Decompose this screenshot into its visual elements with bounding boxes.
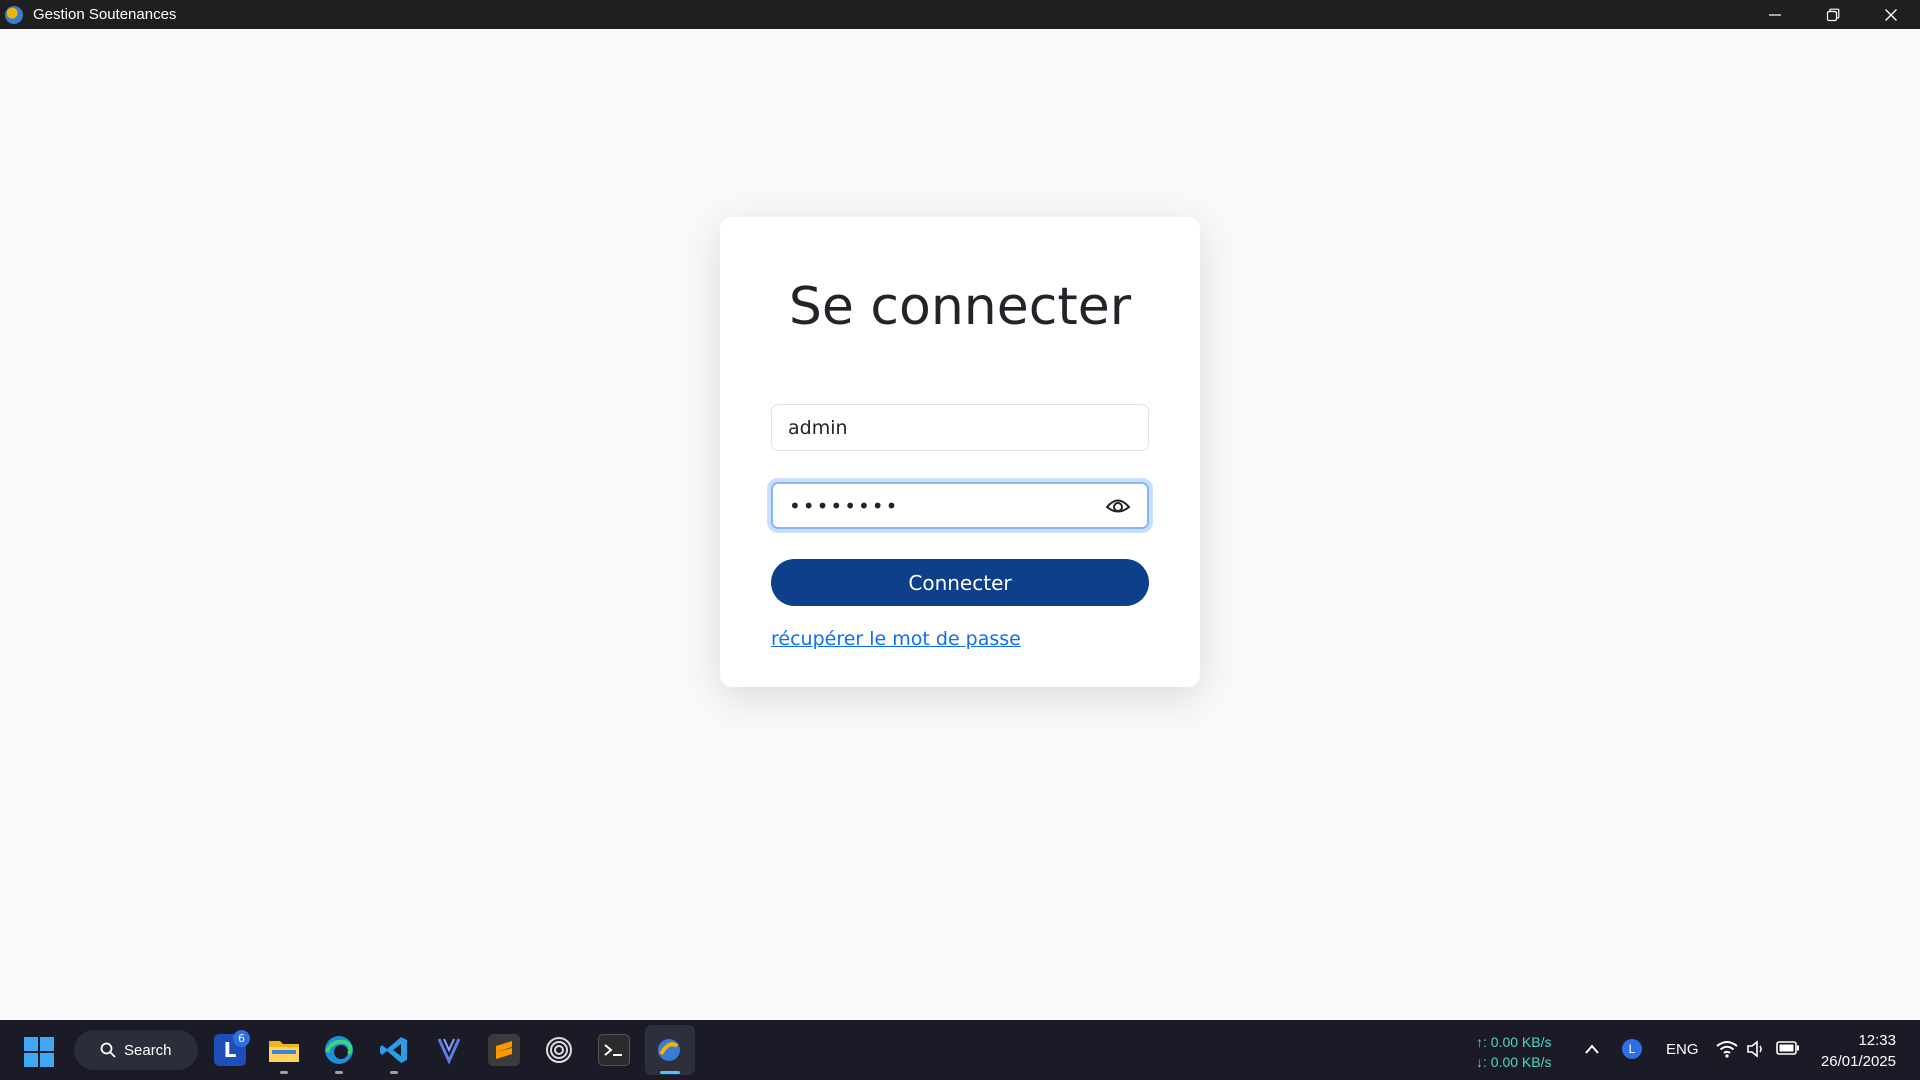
login-card: Se connecter Connecter récupérer le mot … (720, 217, 1200, 687)
username-field-wrapper (771, 404, 1149, 451)
volume-icon[interactable] (1746, 1040, 1766, 1062)
circle-app-icon[interactable] (543, 1034, 575, 1066)
username-input[interactable] (772, 405, 1148, 450)
windows-logo-tile (40, 1037, 54, 1051)
window-titlebar: Gestion Soutenances (0, 0, 1920, 29)
terminal-icon[interactable] (598, 1034, 630, 1066)
eye-icon (1106, 499, 1130, 513)
running-indicator (390, 1071, 398, 1074)
window-title: Gestion Soutenances (33, 6, 177, 23)
taskbar: Search L 6 ↑: 0.00 KB/s ↓: 0.00 KB/s L E… (0, 1020, 1920, 1080)
show-hidden-icons-button[interactable] (1584, 1040, 1600, 1059)
windows-logo-tile (40, 1053, 54, 1067)
connect-button[interactable]: Connecter (771, 559, 1149, 606)
network-upload-speed: ↑: 0.00 KB/s (1476, 1034, 1552, 1050)
recover-password-link[interactable]: récupérer le mot de passe (771, 628, 1021, 650)
terminal-prompt-icon (604, 1044, 622, 1056)
dev-tool-icon (437, 1038, 461, 1065)
concentric-circles-icon (546, 1037, 572, 1063)
chevron-up-icon (1585, 1044, 1599, 1054)
edge-browser-icon (325, 1036, 353, 1064)
search-label: Search (124, 1041, 172, 1059)
restore-icon (1826, 8, 1840, 21)
search-icon (100, 1042, 116, 1058)
active-indicator (660, 1071, 680, 1074)
plugin-icon[interactable] (433, 1034, 465, 1066)
sublime-logo-icon (496, 1041, 512, 1059)
taskbar-search[interactable]: Search (74, 1030, 198, 1070)
window-controls (1746, 0, 1920, 29)
edge-icon[interactable] (323, 1034, 355, 1066)
language-indicator[interactable]: ENG (1666, 1041, 1699, 1058)
minimize-button[interactable] (1746, 0, 1804, 29)
close-button[interactable] (1862, 0, 1920, 29)
wifi-icon[interactable] (1716, 1040, 1738, 1062)
toggle-password-visibility-button[interactable] (1105, 495, 1131, 517)
login-title: Se connecter (788, 277, 1132, 337)
clock-time: 12:33 (1858, 1032, 1896, 1049)
network-speed: ↑: 0.00 KB/s ↓: 0.00 KB/s (1476, 1032, 1551, 1072)
windows-logo-tile (24, 1053, 38, 1067)
notification-badge: 6 (233, 1030, 250, 1047)
vscode-icon[interactable] (378, 1034, 410, 1066)
restore-button[interactable] (1804, 0, 1862, 29)
running-indicator (280, 1071, 288, 1074)
clock-date: 26/01/2025 (1820, 1053, 1896, 1070)
tray-l-icon[interactable]: L (1622, 1039, 1642, 1059)
running-indicator (335, 1071, 343, 1074)
gestion-logo-icon (658, 1039, 680, 1061)
password-field-wrapper (771, 482, 1149, 529)
gestion-app-icon[interactable] (653, 1034, 685, 1066)
password-input[interactable] (773, 484, 1147, 527)
network-download-speed: ↓: 0.00 KB/s (1476, 1054, 1552, 1070)
app-logo-icon (5, 5, 23, 24)
visual-studio-code-icon (380, 1037, 407, 1063)
sublime-text-icon[interactable] (488, 1034, 520, 1066)
folder-icon (269, 1041, 299, 1062)
close-icon (1885, 8, 1897, 21)
windows-logo-tile (24, 1037, 38, 1051)
file-explorer-icon[interactable] (268, 1034, 300, 1066)
battery-icon[interactable] (1776, 1040, 1800, 1060)
system-clock[interactable]: 12:33 26/01/2025 (1810, 1030, 1896, 1072)
start-button[interactable] (24, 1037, 54, 1067)
minimize-icon (1769, 13, 1781, 16)
